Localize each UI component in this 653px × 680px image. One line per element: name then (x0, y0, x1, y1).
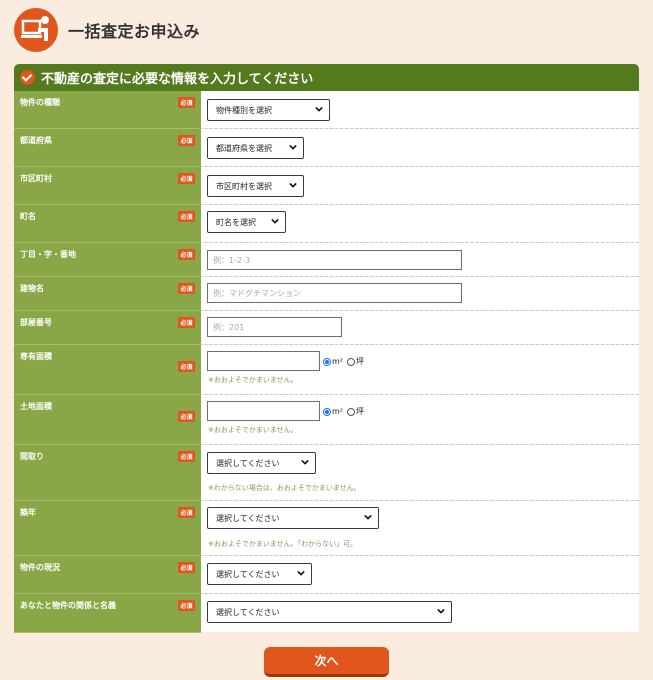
row-property-type: 物件の種類 必須 物件種別を選択 (14, 91, 639, 129)
chevron-down-icon (364, 514, 372, 520)
required-badge: 必須 (178, 249, 195, 260)
assessment-person-icon (14, 8, 58, 52)
form-header: 不動産の査定に必要な情報を入力してください (14, 64, 639, 91)
required-badge: 必須 (178, 135, 195, 146)
relation-select[interactable]: 選択してください (207, 601, 452, 623)
row-city: 市区町村 必須 市区町村を選択 (14, 167, 639, 205)
form-title: 不動産の査定に必要な情報を入力してください (41, 72, 314, 87)
required-badge: 必須 (178, 317, 195, 328)
check-icon (20, 70, 35, 85)
property-type-select[interactable]: 物件種別を選択 (207, 99, 330, 121)
row-town: 町名 必須 町名を選択 (14, 205, 639, 243)
page-title: 一括査定お申込み (68, 22, 201, 41)
layout-select[interactable]: 選択してください (207, 452, 316, 474)
label-room: 部屋番号 (20, 318, 52, 327)
row-chome: 丁目・字・番地 必須 例：1-2-3 (14, 243, 639, 277)
row-layout: 間取り 必須 選択してください ※わからない場合は、おおよそでかまいません。 (14, 445, 639, 501)
chevron-down-icon (437, 608, 445, 614)
label-relation: あなたと物件の関係と名義 (20, 601, 116, 610)
town-select[interactable]: 町名を選択 (207, 211, 286, 233)
assessment-form: 不動産の査定に必要な情報を入力してください 物件の種類 必須 物件種別を選択 都… (14, 64, 639, 633)
row-status: 物件の現況 必須 選択してください (14, 556, 639, 594)
row-room: 部屋番号 必須 例：201 (14, 311, 639, 345)
land-area-input[interactable] (207, 401, 320, 421)
age-note: ※おおよそでかまいません。「わからない」可。 (208, 540, 358, 548)
age-select[interactable]: 選択してください (207, 507, 379, 529)
radio-tsubo[interactable] (347, 407, 355, 416)
required-badge: 必須 (178, 451, 195, 462)
label-layout: 間取り (20, 452, 44, 461)
row-age: 築年 必須 選択してください ※おおよそでかまいません。「わからない」可。 (14, 501, 639, 556)
required-badge: 必須 (178, 211, 195, 222)
required-badge: 必須 (178, 507, 195, 518)
status-select[interactable]: 選択してください (207, 563, 312, 585)
room-input[interactable]: 例：201 (207, 317, 342, 337)
land-area-unit: m² 坪 (323, 406, 364, 417)
label-city: 市区町村 (20, 174, 52, 183)
row-building: 建物名 必須 例：マドグチマンション (14, 277, 639, 311)
chevron-down-icon (289, 182, 297, 188)
city-select[interactable]: 市区町村を選択 (207, 175, 304, 197)
chome-input[interactable]: 例：1-2-3 (207, 250, 462, 270)
radio-m2[interactable] (323, 407, 331, 416)
label-prefecture: 都道府県 (20, 136, 52, 145)
required-badge: 必須 (178, 600, 195, 611)
label-building: 建物名 (20, 284, 44, 293)
radio-m2[interactable] (323, 357, 331, 366)
chevron-down-icon (315, 106, 323, 112)
label-property-type: 物件の種類 (20, 98, 60, 107)
chevron-down-icon (301, 459, 309, 465)
required-badge: 必須 (178, 97, 195, 108)
row-prefecture: 都道府県 必須 都道府県を選択 (14, 129, 639, 167)
prefecture-select[interactable]: 都道府県を選択 (207, 137, 304, 159)
floor-area-input[interactable] (207, 351, 320, 371)
layout-note: ※わからない場合は、おおよそでかまいません。 (208, 484, 361, 492)
required-badge: 必須 (178, 411, 195, 422)
row-relation: あなたと物件の関係と名義 必須 選択してください (14, 594, 639, 633)
required-badge: 必須 (178, 283, 195, 294)
required-badge: 必須 (178, 173, 195, 184)
next-button[interactable]: 次へ (264, 647, 389, 677)
land-area-note: ※おおよそでかまいません。 (208, 426, 298, 434)
row-land-area: 土地面積 必須 m² 坪 ※おおよそでかまいません。 (14, 395, 639, 445)
page-header: 一括査定お申込み (14, 8, 200, 52)
label-floor-area: 専有面積 (20, 352, 52, 361)
chevron-down-icon (271, 218, 279, 224)
required-badge: 必須 (178, 562, 195, 573)
building-input[interactable]: 例：マドグチマンション (207, 283, 462, 303)
chevron-down-icon (289, 144, 297, 150)
row-floor-area: 専有面積 必須 m² 坪 ※おおよそでかまいません。 (14, 345, 639, 395)
floor-area-unit: m² 坪 (323, 356, 364, 367)
label-status: 物件の現況 (20, 563, 60, 572)
radio-tsubo[interactable] (347, 357, 355, 366)
label-town: 町名 (20, 212, 36, 221)
label-chome: 丁目・字・番地 (20, 250, 76, 259)
label-age: 築年 (20, 508, 36, 517)
label-land-area: 土地面積 (20, 402, 52, 411)
required-badge: 必須 (178, 361, 195, 372)
chevron-down-icon (297, 570, 305, 576)
floor-area-note: ※おおよそでかまいません。 (208, 376, 298, 384)
